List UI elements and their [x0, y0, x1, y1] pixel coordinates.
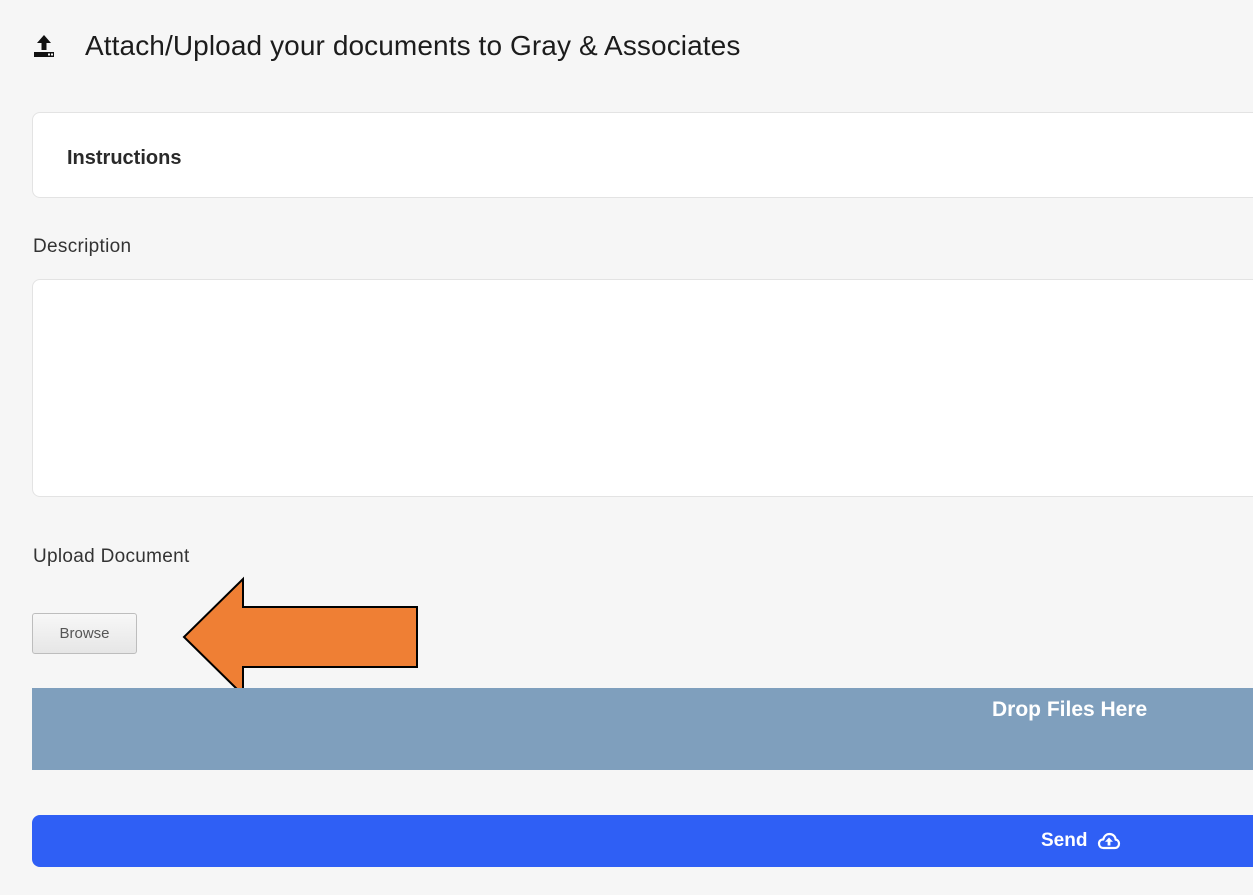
drop-zone-text: Drop Files Here: [992, 698, 1148, 721]
page-title: Attach/Upload your documents to Gray & A…: [85, 30, 741, 61]
instructions-label: Instructions: [67, 147, 182, 169]
upload-document-label: Upload Document: [33, 546, 190, 567]
drop-zone[interactable]: Drop Files Here: [32, 688, 1253, 770]
upload-page: Attach/Upload your documents to Gray & A…: [0, 0, 1253, 895]
browse-button[interactable]: Browse: [32, 613, 137, 654]
cloud-upload-icon: [1098, 832, 1121, 850]
page-header: Attach/Upload your documents to Gray & A…: [31, 26, 740, 66]
description-label: Description: [33, 236, 132, 257]
send-button[interactable]: Send: [32, 815, 1253, 867]
instructions-panel[interactable]: Instructions: [32, 112, 1253, 198]
send-button-content: Send: [1041, 829, 1121, 853]
send-label: Send: [1041, 830, 1088, 851]
arrow-left-icon: [182, 576, 418, 698]
upload-icon: [34, 35, 54, 57]
description-textarea[interactable]: [32, 279, 1253, 497]
